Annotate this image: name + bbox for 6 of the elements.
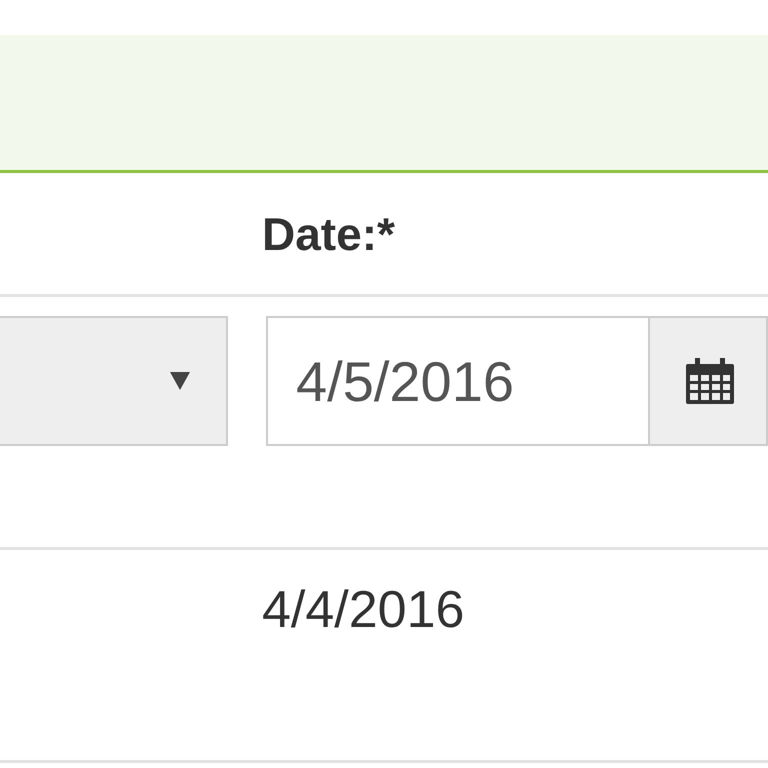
calendar-button[interactable] [650, 316, 768, 446]
date-field[interactable]: 4/5/2016 [266, 316, 650, 446]
date-label: Date:* [262, 208, 395, 260]
date-cell: 4/4/2016 [262, 581, 464, 639]
caret-icon [170, 372, 190, 390]
calendar-icon [686, 358, 734, 404]
